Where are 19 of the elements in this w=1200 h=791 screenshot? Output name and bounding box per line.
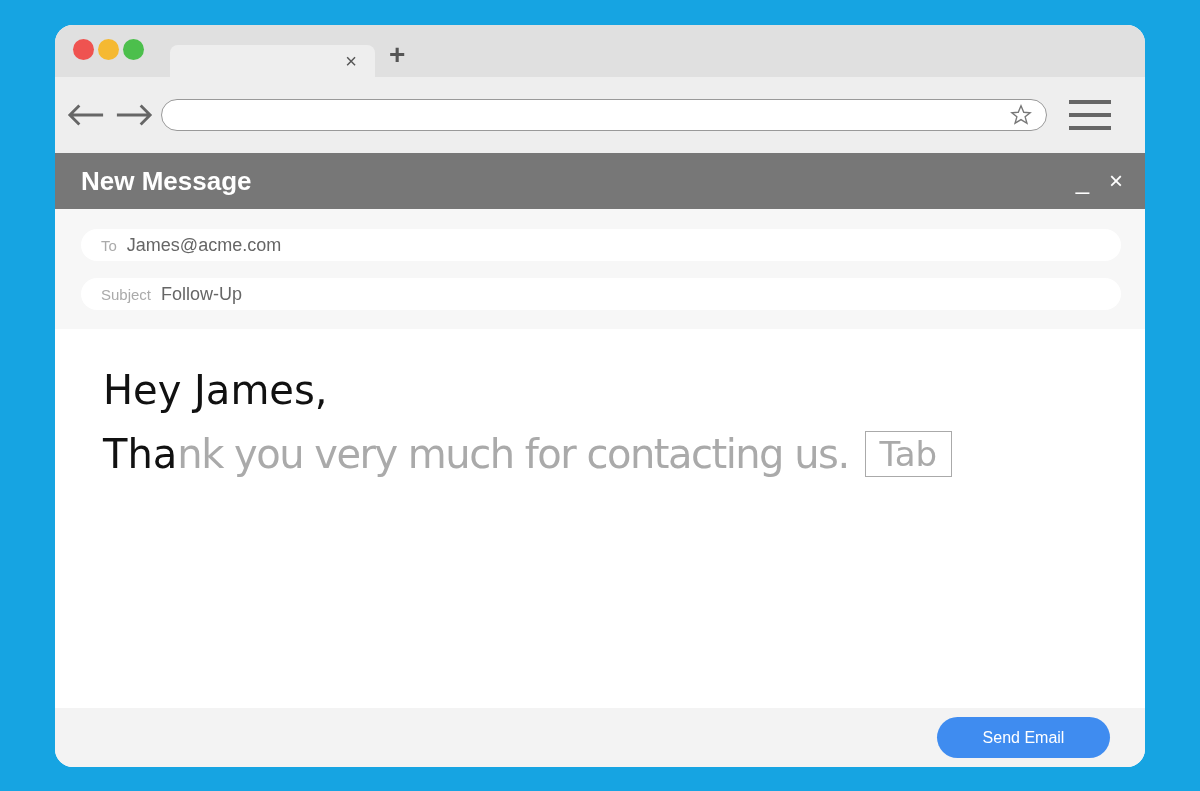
address-bar[interactable] [161, 99, 1047, 131]
input-field[interactable]: Subject Follow-Up [81, 278, 1121, 310]
new-tab-button[interactable]: + [389, 39, 406, 71]
forward-icon[interactable] [115, 103, 153, 127]
send-button[interactable]: Send Email [937, 717, 1110, 758]
menu-icon[interactable] [1069, 98, 1111, 132]
close-button[interactable]: × [1109, 167, 1123, 195]
tab-close-button[interactable]: × [345, 49, 357, 73]
autocomplete-suggestion: nk you very much for contacting us. [177, 431, 849, 477]
minimize-button[interactable]: _ [1075, 167, 1089, 195]
star-icon[interactable] [1010, 104, 1032, 126]
message-line: Hey James, [103, 367, 329, 413]
window-title: New Message [81, 165, 252, 197]
tab-key-hint: Tab [864, 431, 953, 477]
close-window-icon[interactable] [73, 39, 94, 60]
back-icon[interactable] [67, 103, 105, 127]
browser-tab[interactable]: × [170, 45, 375, 77]
message-line: Tha [103, 431, 178, 477]
input-field[interactable]: To James@acme.com [81, 229, 1121, 261]
